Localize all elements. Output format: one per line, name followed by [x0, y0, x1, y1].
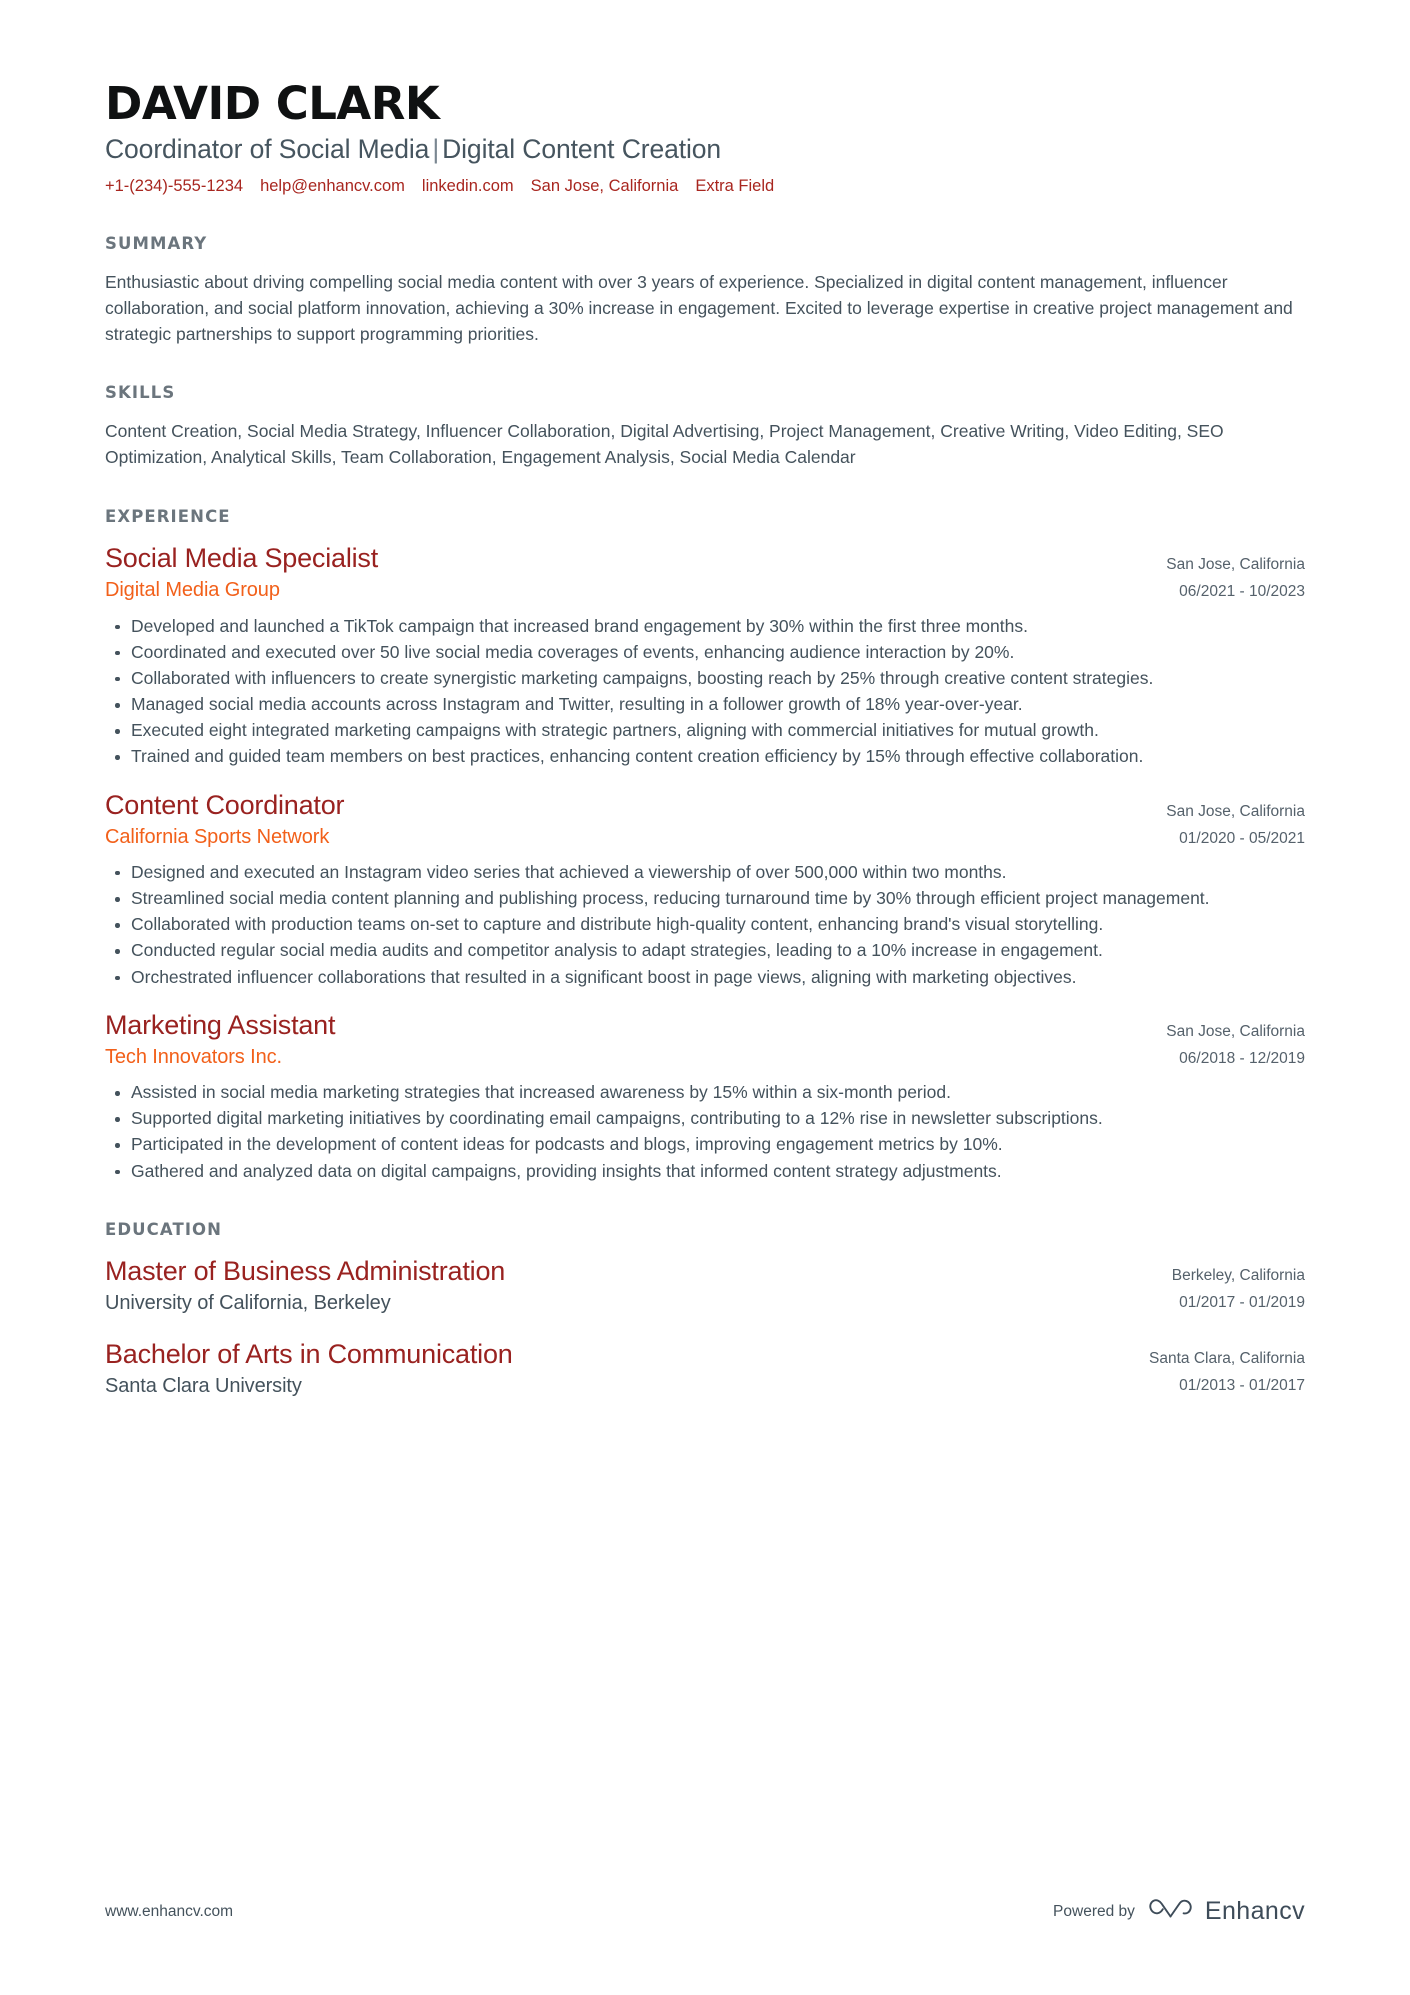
experience-section-title: EXPERIENCE	[105, 507, 231, 527]
school-name: Santa Clara University	[105, 1374, 302, 1397]
experience-entry-head: Content Coordinator California Sports Ne…	[105, 790, 1305, 852]
job-bullet: Executed eight integrated marketing camp…	[105, 718, 1305, 743]
education-entry-left: Master of Business Administration Univer…	[105, 1256, 1152, 1317]
job-location: San Jose, California	[1166, 802, 1305, 820]
summary-text: Enthusiastic about driving compelling so…	[105, 271, 1293, 344]
experience-entry: Social Media Specialist Digital Media Gr…	[105, 543, 1305, 769]
resume-footer: www.enhancv.com Powered by Enhancv	[105, 1896, 1305, 1927]
contact-row: +1-(234)-555-1234 help@enhancv.com linkedi…	[105, 176, 1305, 197]
enhancv-logo-icon	[1148, 1896, 1194, 1927]
company-name: California Sports Network	[105, 825, 330, 848]
job-bullet: Coordinated and executed over 50 live so…	[105, 640, 1305, 665]
school-dates: 01/2013 - 01/2017	[1179, 1376, 1305, 1394]
job-bullet: Gathered and analyzed data on digital ca…	[105, 1159, 1305, 1184]
job-bullets: Assisted in social media marketing strat…	[105, 1080, 1305, 1184]
job-bullet: Developed and launched a TikTok campaign…	[105, 614, 1305, 639]
job-title: Marketing Assistant	[105, 1009, 336, 1040]
enhancv-brand-name: Enhancv	[1204, 1897, 1305, 1925]
experience-entry: Marketing Assistant Tech Innovators Inc.…	[105, 1010, 1305, 1184]
job-dates: 01/2020 - 05/2021	[1179, 829, 1305, 847]
degree-title: Bachelor of Arts in Communication	[105, 1338, 513, 1369]
experience-entry-left: Content Coordinator California Sports Ne…	[105, 790, 1146, 851]
job-bullet: Participated in the development of conte…	[105, 1132, 1305, 1157]
education-entry-head: Bachelor of Arts in Communication Santa …	[105, 1339, 1305, 1400]
job-bullet: Designed and executed an Instagram video…	[105, 860, 1305, 885]
experience-entry-meta: San Jose, California 06/2018 - 12/2019	[1146, 1010, 1305, 1072]
job-bullet: Conducted regular social media audits an…	[105, 938, 1305, 963]
skills-section-title: SKILLS	[105, 383, 176, 403]
experience-entry-meta: San Jose, California 06/2021 - 10/2023	[1146, 543, 1305, 605]
experience-section: EXPERIENCE Social Media Specialist Digit…	[105, 507, 1305, 1184]
education-section: EDUCATION Master of Business Administrat…	[105, 1220, 1305, 1400]
school-location: Santa Clara, California	[1149, 1349, 1305, 1367]
resume-content: DAVID CLARK Coordinator of Social Media |…	[0, 0, 1410, 1400]
education-entry-meta: Berkeley, California 01/2017 - 01/2019	[1152, 1256, 1305, 1316]
candidate-headline: Coordinator of Social Media | Digital Cont…	[105, 133, 1305, 166]
job-title: Social Media Specialist	[105, 543, 379, 574]
job-dates: 06/2018 - 12/2019	[1179, 1049, 1305, 1067]
skills-section: SKILLS Content Creation, Social Media St…	[105, 383, 1305, 471]
company-name: Tech Innovators Inc.	[105, 1045, 282, 1068]
job-bullet: Assisted in social media marketing strat…	[105, 1080, 1305, 1105]
headline-primary: Coordinator of Social Media	[105, 134, 430, 165]
job-dates: 06/2021 - 10/2023	[1179, 583, 1305, 601]
experience-entry-left: Social Media Specialist Digital Media Gr…	[105, 543, 1146, 604]
school-dates: 01/2017 - 01/2019	[1179, 1293, 1305, 1311]
experience-entry: Content Coordinator California Sports Ne…	[105, 790, 1305, 990]
job-bullet: Trained and guided team members on best …	[105, 744, 1305, 769]
company-name: Digital Media Group	[105, 579, 280, 602]
resume-page: DAVID CLARK Coordinator of Social Media |…	[0, 0, 1410, 1995]
degree-title: Master of Business Administration	[105, 1255, 506, 1286]
contact-email[interactable]: help@enhancv.com	[260, 176, 405, 197]
contact-linkedin[interactable]: linkedin.com	[422, 176, 514, 197]
education-entry: Master of Business Administration Univer…	[105, 1256, 1305, 1317]
school-location: Berkeley, California	[1171, 1266, 1305, 1284]
enhancv-brand: Enhancv	[1148, 1896, 1305, 1927]
education-entry: Bachelor of Arts in Communication Santa …	[105, 1339, 1305, 1400]
job-bullet: Orchestrated influencer collaborations t…	[105, 965, 1305, 990]
job-title: Content Coordinator	[105, 789, 345, 820]
job-bullet: Collaborated with influencers to create …	[105, 666, 1305, 691]
footer-branding: Powered by Enhancv	[1053, 1896, 1305, 1927]
education-entry-left: Bachelor of Arts in Communication Santa …	[105, 1339, 1129, 1400]
education-section-title: EDUCATION	[105, 1219, 223, 1239]
powered-by-label: Powered by	[1053, 1902, 1135, 1920]
footer-website-url[interactable]: www.enhancv.com	[105, 1903, 233, 1921]
job-location: San Jose, California	[1166, 1022, 1305, 1040]
contact-phone[interactable]: +1-(234)-555-1234	[105, 176, 243, 197]
job-bullet: Managed social media accounts across Ins…	[105, 692, 1305, 717]
school-name: University of California, Berkeley	[105, 1291, 391, 1314]
experience-entry-head: Social Media Specialist Digital Media Gr…	[105, 543, 1305, 605]
headline-separator: |	[432, 134, 440, 165]
resume-header: DAVID CLARK Coordinator of Social Media |…	[105, 80, 1305, 198]
summary-section: SUMMARY Enthusiastic about driving compe…	[105, 234, 1305, 348]
experience-entry-head: Marketing Assistant Tech Innovators Inc.…	[105, 1010, 1305, 1072]
candidate-name: DAVID CLARK	[105, 77, 440, 130]
job-location: San Jose, California	[1166, 556, 1305, 574]
contact-location: San Jose, California	[530, 177, 679, 196]
summary-section-title: SUMMARY	[105, 233, 208, 253]
contact-extra-field[interactable]: Extra Field	[695, 176, 774, 197]
skills-list: Content Creation, Social Media Strategy,…	[105, 421, 1224, 468]
experience-entry-meta: San Jose, California 01/2020 - 05/2021	[1146, 790, 1305, 852]
education-entry-head: Master of Business Administration Univer…	[105, 1256, 1305, 1317]
job-bullets: Designed and executed an Instagram video…	[105, 860, 1305, 990]
job-bullet: Collaborated with production teams on-se…	[105, 912, 1305, 937]
job-bullet: Supported digital marketing initiatives …	[105, 1106, 1305, 1131]
education-entry-meta: Santa Clara, California 01/2013 - 01/201…	[1129, 1339, 1305, 1399]
experience-entry-left: Marketing Assistant Tech Innovators Inc.	[105, 1010, 1146, 1071]
job-bullet: Streamlined social media content plannin…	[105, 886, 1305, 911]
job-bullets: Developed and launched a TikTok campaign…	[105, 614, 1305, 770]
headline-secondary: Digital Content Creation	[442, 134, 722, 165]
